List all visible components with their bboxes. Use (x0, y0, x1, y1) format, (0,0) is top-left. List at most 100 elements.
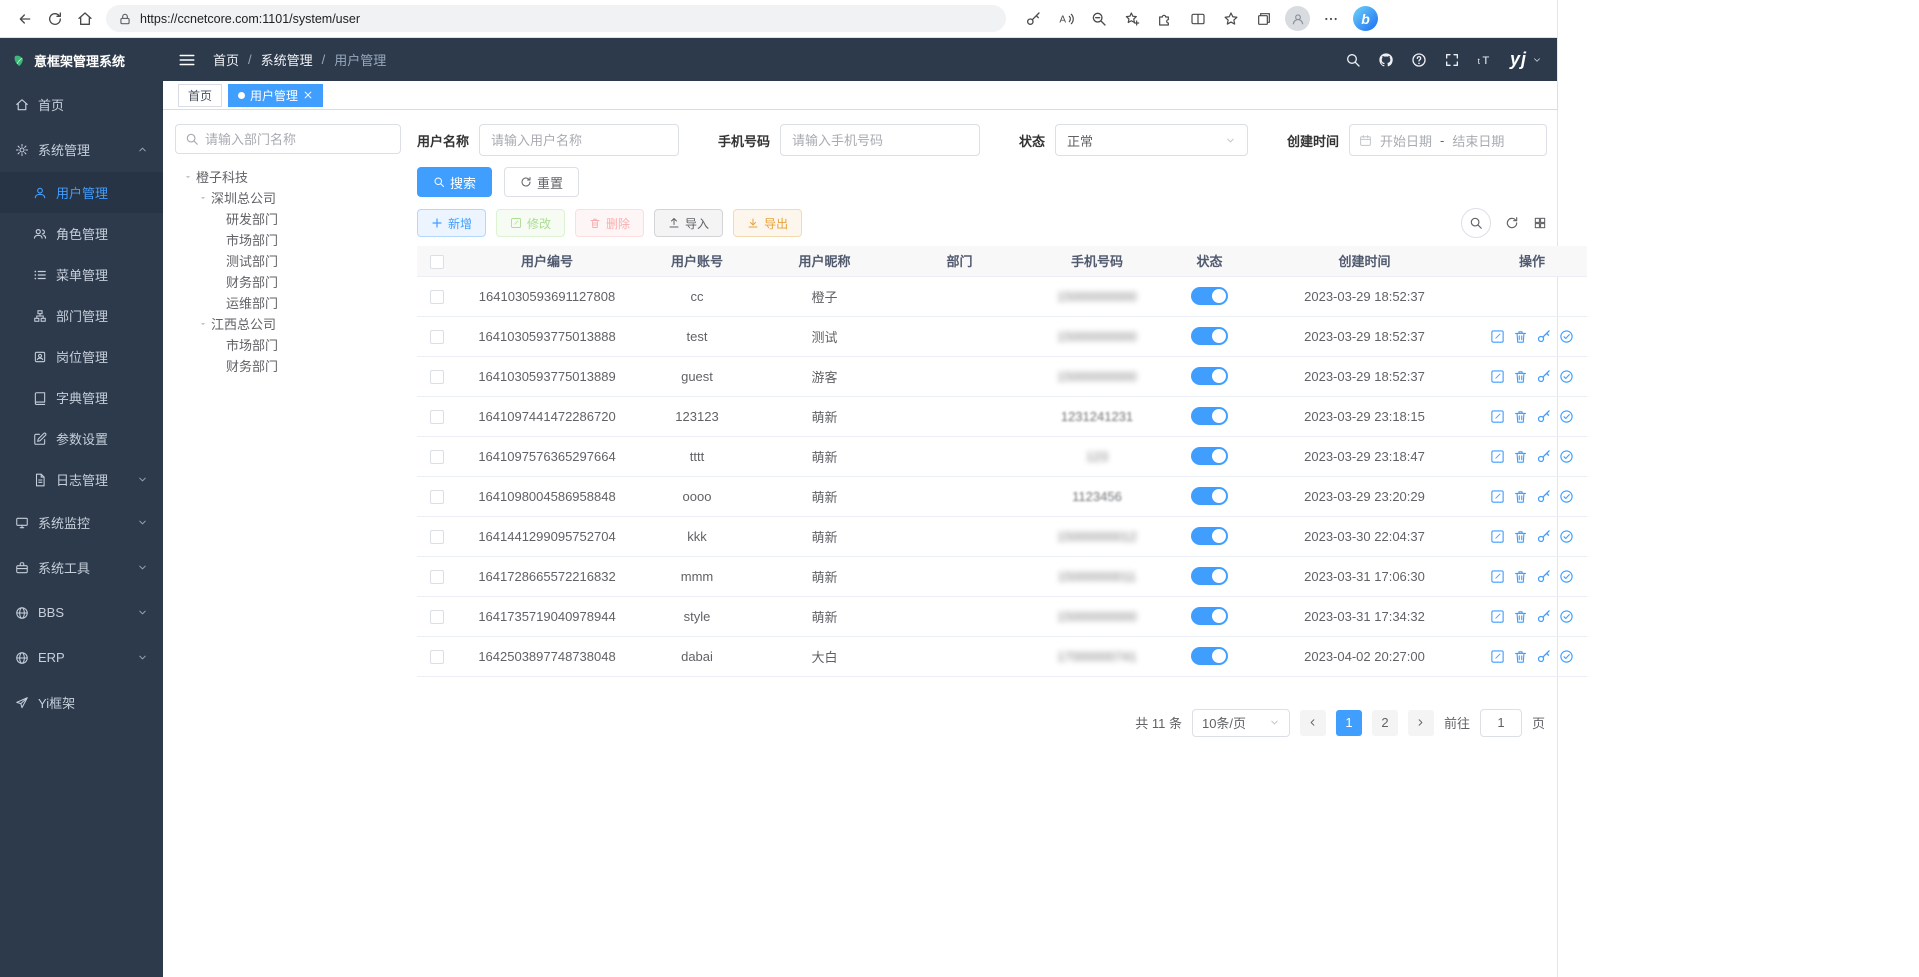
assign-role-action-icon[interactable] (1559, 329, 1574, 344)
font-size-icon[interactable] (1477, 52, 1493, 68)
department-search-input[interactable] (205, 132, 391, 147)
favorites-add-button[interactable] (1117, 4, 1147, 34)
status-toggle[interactable] (1191, 287, 1228, 305)
edit-action-icon[interactable] (1490, 329, 1505, 344)
sidebar-item-home[interactable]: 首页 (0, 82, 163, 127)
search-button[interactable]: 搜索 (417, 167, 492, 197)
breadcrumb-item[interactable]: 系统管理 (261, 50, 313, 69)
fullscreen-icon[interactable] (1444, 52, 1460, 68)
tree-caret-icon[interactable] (194, 192, 211, 204)
delete-action-icon[interactable] (1513, 569, 1528, 584)
tree-node[interactable]: 运维部门 (175, 292, 401, 313)
reset-password-action-icon[interactable] (1536, 609, 1551, 624)
assign-role-action-icon[interactable] (1559, 609, 1574, 624)
sidebar-item-post[interactable]: 岗位管理 (0, 336, 163, 377)
status-toggle[interactable] (1191, 487, 1228, 505)
home-button[interactable] (70, 4, 100, 34)
toggle-search-button[interactable] (1461, 208, 1491, 238)
tree-node[interactable]: 测试部门 (175, 250, 401, 271)
edit-button[interactable]: 修改 (496, 209, 565, 237)
row-checkbox[interactable] (430, 530, 444, 544)
edit-action-icon[interactable] (1490, 649, 1505, 664)
delete-action-icon[interactable] (1513, 409, 1528, 424)
add-button[interactable]: 新增 (417, 209, 486, 237)
reset-password-action-icon[interactable] (1536, 529, 1551, 544)
collapse-sidebar-icon[interactable] (178, 51, 196, 69)
assign-role-action-icon[interactable] (1559, 449, 1574, 464)
tab-home[interactable]: 首页 (178, 84, 222, 107)
row-checkbox[interactable] (430, 610, 444, 624)
sidebar-item-log[interactable]: 日志管理 (0, 459, 163, 500)
page-button-2[interactable]: 2 (1372, 710, 1398, 736)
row-checkbox[interactable] (430, 290, 444, 304)
assign-role-action-icon[interactable] (1559, 369, 1574, 384)
profile-icon[interactable] (1285, 6, 1310, 31)
assign-role-action-icon[interactable] (1559, 529, 1574, 544)
tree-caret-icon[interactable] (179, 171, 196, 183)
delete-action-icon[interactable] (1513, 329, 1528, 344)
delete-action-icon[interactable] (1513, 649, 1528, 664)
phone-input[interactable] (780, 124, 980, 156)
sidebar-item-dict[interactable]: 字典管理 (0, 377, 163, 418)
edit-action-icon[interactable] (1490, 609, 1505, 624)
tab-user-management[interactable]: 用户管理 (228, 84, 323, 107)
sidebar-item-monitor[interactable]: 系统监控 (0, 500, 163, 545)
delete-action-icon[interactable] (1513, 449, 1528, 464)
github-icon[interactable] (1378, 52, 1394, 68)
assign-role-action-icon[interactable] (1559, 649, 1574, 664)
status-select[interactable]: 正常 (1055, 124, 1248, 156)
row-checkbox[interactable] (430, 370, 444, 384)
refresh-table-icon[interactable] (1505, 216, 1519, 230)
sidebar-item-config[interactable]: 参数设置 (0, 418, 163, 459)
status-toggle[interactable] (1191, 407, 1228, 425)
status-toggle[interactable] (1191, 367, 1228, 385)
sidebar-item-tools[interactable]: 系统工具 (0, 545, 163, 590)
refresh-button[interactable] (40, 4, 70, 34)
assign-role-action-icon[interactable] (1559, 409, 1574, 424)
sidebar-item-erp[interactable]: ERP (0, 635, 163, 680)
key-button[interactable] (1018, 4, 1048, 34)
back-button[interactable] (10, 4, 40, 34)
tree-node[interactable]: 研发部门 (175, 208, 401, 229)
export-button[interactable]: 导出 (733, 209, 802, 237)
edit-action-icon[interactable] (1490, 529, 1505, 544)
sidebar-item-user[interactable]: 用户管理 (0, 172, 163, 213)
delete-action-icon[interactable] (1513, 489, 1528, 504)
tree-node[interactable]: 深圳总公司 (175, 187, 401, 208)
tree-node[interactable]: 市场部门 (175, 334, 401, 355)
sidebar-item-bbs[interactable]: BBS (0, 590, 163, 635)
collections-button[interactable] (1249, 4, 1279, 34)
split-screen-button[interactable] (1183, 4, 1213, 34)
delete-action-icon[interactable] (1513, 369, 1528, 384)
copilot-icon[interactable]: b (1353, 6, 1378, 31)
edit-action-icon[interactable] (1490, 489, 1505, 504)
user-avatar[interactable]: yj (1510, 49, 1542, 70)
row-checkbox[interactable] (430, 650, 444, 664)
column-settings-icon[interactable] (1533, 216, 1547, 230)
row-checkbox[interactable] (430, 330, 444, 344)
read-aloud-button[interactable] (1051, 4, 1081, 34)
status-toggle[interactable] (1191, 607, 1228, 625)
row-checkbox[interactable] (430, 450, 444, 464)
tab-close-icon[interactable] (303, 90, 313, 100)
tree-caret-icon[interactable] (194, 318, 211, 330)
edit-action-icon[interactable] (1490, 569, 1505, 584)
reset-password-action-icon[interactable] (1536, 409, 1551, 424)
status-toggle[interactable] (1191, 527, 1228, 545)
page-size-select[interactable]: 10条/页 (1192, 709, 1290, 737)
reset-button[interactable]: 重置 (504, 167, 579, 197)
tree-node[interactable]: 财务部门 (175, 355, 401, 376)
tree-node[interactable]: 财务部门 (175, 271, 401, 292)
sidebar-item-yi-frame[interactable]: Yi框架 (0, 680, 163, 725)
prev-page-button[interactable] (1300, 710, 1326, 736)
tree-node[interactable]: 市场部门 (175, 229, 401, 250)
status-toggle[interactable] (1191, 447, 1228, 465)
row-checkbox[interactable] (430, 490, 444, 504)
reset-password-action-icon[interactable] (1536, 329, 1551, 344)
address-bar[interactable]: https://ccnetcore.com:1101/system/user (106, 5, 1006, 32)
sidebar-item-menu[interactable]: 菜单管理 (0, 254, 163, 295)
breadcrumb-item[interactable]: 首页 (213, 50, 239, 69)
sidebar-item-system[interactable]: 系统管理 (0, 127, 163, 172)
next-page-button[interactable] (1408, 710, 1434, 736)
extensions-button[interactable] (1150, 4, 1180, 34)
